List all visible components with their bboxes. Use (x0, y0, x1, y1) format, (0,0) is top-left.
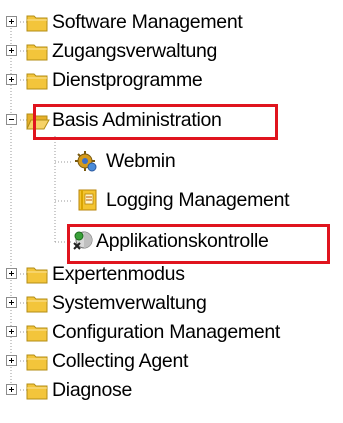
tree-item-software-management[interactable]: Software Management (0, 9, 343, 35)
tree-item-label: Software Management (52, 11, 243, 33)
tree-item-label: Expertenmodus (52, 263, 185, 285)
expand-toggle[interactable] (6, 355, 17, 366)
tree-item-label: Configuration Management (52, 321, 281, 343)
expand-toggle[interactable] (6, 74, 17, 85)
expand-toggle[interactable] (6, 16, 17, 27)
tree-item-expertenmodus[interactable]: Expertenmodus (0, 261, 343, 287)
tree-item-configuration-management[interactable]: Configuration Management (0, 319, 343, 345)
expand-toggle[interactable] (6, 268, 17, 279)
tree-item-label: Diagnose (52, 379, 132, 401)
tree-item-label: Collecting Agent (52, 350, 189, 372)
webmin-gear-icon (75, 151, 97, 172)
tree-item-dienstprogramme[interactable]: Dienstprogramme (0, 67, 343, 93)
folder-icon (20, 44, 48, 61)
folder-icon (20, 267, 48, 284)
tree-item-collecting-agent[interactable]: Collecting Agent (0, 348, 343, 374)
tree-item-label: Dienstprogramme (52, 69, 203, 91)
collapse-toggle[interactable] (6, 114, 17, 125)
expand-toggle[interactable] (6, 45, 17, 56)
folder-icon (20, 73, 48, 90)
highlight-box-applikationskontrolle (67, 224, 330, 264)
expand-toggle[interactable] (6, 326, 17, 337)
folder-icon (20, 15, 48, 32)
folder-icon (20, 296, 48, 313)
tree-item-systemverwaltung[interactable]: Systemverwaltung (0, 290, 343, 316)
logbook-icon (78, 189, 97, 211)
tree-item-logging-management[interactable]: Logging Management (0, 187, 343, 213)
navigation-tree: Software Management Zugangsverwaltung Di… (0, 0, 343, 423)
tree-item-label: Zugangsverwaltung (52, 40, 218, 62)
highlight-box-basis-administration (33, 104, 278, 140)
expand-toggle[interactable] (6, 297, 17, 308)
folder-icon (20, 325, 48, 342)
tree-item-label: Systemverwaltung (52, 292, 207, 314)
folder-icon (20, 354, 48, 371)
tree-item-webmin[interactable]: Webmin (0, 148, 343, 174)
tree-item-zugangsverwaltung[interactable]: Zugangsverwaltung (0, 38, 343, 64)
folder-icon (20, 383, 48, 400)
expand-toggle[interactable] (6, 384, 17, 395)
tree-item-label: Webmin (106, 150, 176, 172)
tree-item-label: Logging Management (106, 189, 290, 211)
tree-item-diagnose[interactable]: Diagnose (0, 377, 343, 403)
